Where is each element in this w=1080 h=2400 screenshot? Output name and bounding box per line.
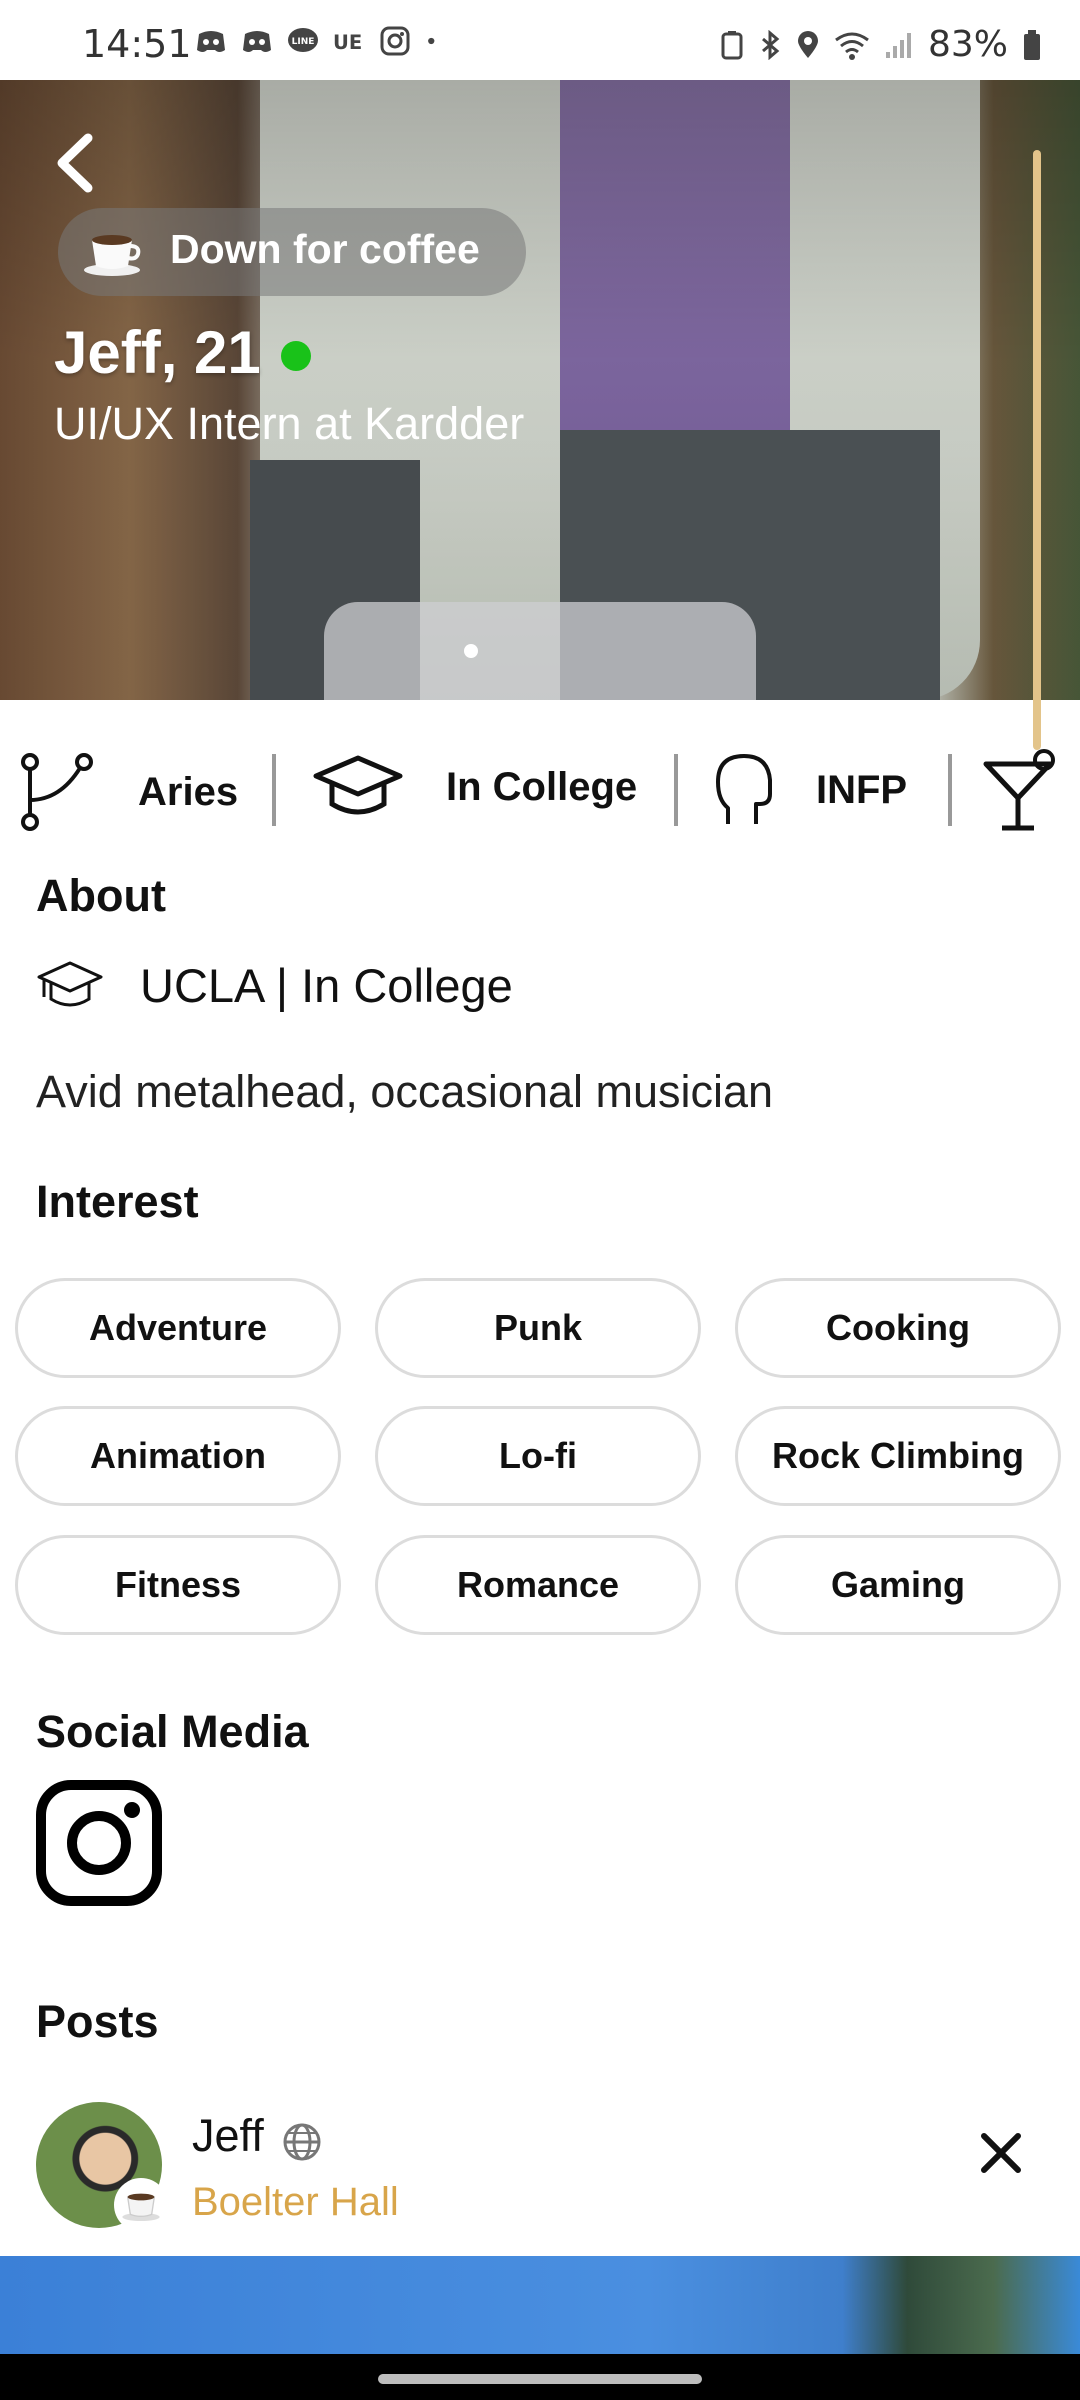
svg-text:UE: UE <box>333 31 362 54</box>
back-arrow-icon[interactable] <box>48 128 108 198</box>
bio-text: Avid metalhead, occasional musician <box>36 1066 774 1117</box>
zodiac-icon <box>21 753 93 831</box>
close-icon[interactable] <box>976 2128 1026 2178</box>
social-media-title: Social Media <box>36 1706 309 1757</box>
interest-chip[interactable]: Fitness <box>15 1535 341 1635</box>
coffee-icon <box>122 2193 160 2221</box>
cocktail-icon <box>983 749 1055 831</box>
interest-chip[interactable]: Romance <box>375 1535 701 1635</box>
attribute-zodiac: Aries <box>20 750 238 834</box>
attribute-education: In College <box>312 752 637 822</box>
wifi-icon <box>835 32 869 60</box>
interest-chip[interactable]: Adventure <box>15 1278 341 1378</box>
post-image[interactable] <box>0 2256 1080 2356</box>
uber-eats-icon: UE <box>333 31 362 54</box>
interest-chip[interactable]: Cooking <box>735 1278 1061 1378</box>
about-title: About <box>36 870 166 921</box>
education-text: UCLA | In College <box>140 959 513 1012</box>
attribute-personality: INFP <box>714 750 907 830</box>
instagram-icon[interactable] <box>36 1780 162 1906</box>
post-location[interactable]: Boelter Hall <box>192 2180 399 2225</box>
online-indicator <box>280 340 311 371</box>
attribute-label: Aries <box>138 769 239 814</box>
interest-chip[interactable]: Animation <box>15 1406 341 1506</box>
discord-icon <box>197 31 225 52</box>
photo-carousel-indicator[interactable] <box>324 602 756 700</box>
post-author: Jeff <box>192 2110 264 2161</box>
battery-icon <box>1024 29 1040 60</box>
system-icons: 83% <box>720 24 1042 65</box>
carousel-dot <box>464 644 478 658</box>
status-time: 14:51 <box>82 22 192 66</box>
interest-chip[interactable]: Gaming <box>735 1535 1061 1635</box>
divider <box>948 754 952 826</box>
posts-title: Posts <box>36 1996 159 2047</box>
interest-chip[interactable]: Lo-fi <box>375 1406 701 1506</box>
scrollbar[interactable] <box>1033 150 1041 750</box>
globe-icon <box>283 2123 321 2161</box>
name-age: Jeff, 21 <box>54 319 261 386</box>
svg-text:LINE: LINE <box>292 37 315 47</box>
discord-icon <box>243 31 271 52</box>
divider <box>272 754 276 826</box>
bluetooth-icon <box>762 29 780 60</box>
signal-icon <box>885 32 911 58</box>
job-title: UI/UX Intern at Kardder <box>54 398 525 449</box>
interest-chip[interactable]: Punk <box>375 1278 701 1378</box>
dot-icon <box>428 37 435 45</box>
instagram-icon <box>380 26 410 56</box>
coffee-icon <box>84 235 141 276</box>
interest-title: Interest <box>36 1176 199 1227</box>
attribute-row[interactable]: Aries In College INFP <box>0 740 1080 850</box>
head-icon <box>716 754 772 824</box>
location-icon <box>797 30 818 58</box>
notification-icons: LINE UE <box>195 26 445 56</box>
line-icon: LINE <box>288 28 318 52</box>
profile-photo[interactable]: Down for coffee Jeff, 21 UI/UX Intern at… <box>0 80 1080 700</box>
battery-saver-icon <box>721 30 743 59</box>
status-pill-label: Down for coffee <box>170 226 480 272</box>
post-header: Jeff Boelter Hall <box>36 2102 1046 2232</box>
graduation-cap-icon <box>37 961 103 1006</box>
name-age-row: Jeff, 21 <box>54 318 311 387</box>
divider <box>674 754 678 826</box>
attribute-drinking <box>980 748 1060 832</box>
battery-percent: 83% <box>927 24 1008 65</box>
coffee-badge <box>114 2178 168 2232</box>
home-gesture-handle[interactable] <box>378 2374 702 2384</box>
status-pill: Down for coffee <box>58 208 526 296</box>
education-row: UCLA | In College <box>36 958 513 1013</box>
attribute-label: INFP <box>816 767 908 812</box>
status-bar: 14:51 LINE UE 83% <box>0 0 1080 80</box>
interest-chip[interactable]: Rock Climbing <box>735 1406 1061 1506</box>
attribute-label: In College <box>446 764 638 809</box>
graduation-cap-icon <box>313 755 403 815</box>
